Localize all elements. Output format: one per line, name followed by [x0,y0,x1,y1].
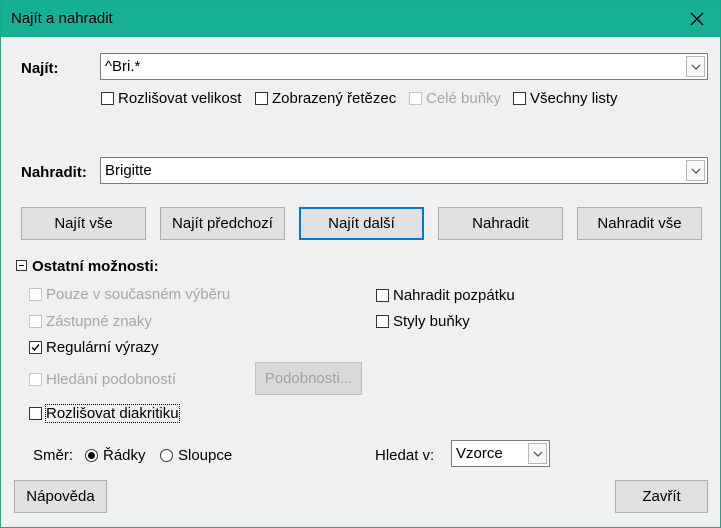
replace-all-button[interactable]: Nahradit vše [577,207,702,240]
search-in-label: Hledat v: [375,447,435,464]
replace-combobox[interactable]: Brigitte [100,157,708,184]
find-label: Najít: [21,60,59,77]
chevron-down-icon [691,64,700,70]
regular-expressions-checkbox[interactable]: Regulární výrazy [29,339,159,356]
similarities-button[interactable]: Podobnosti... [255,362,362,395]
wildcards-checkbox[interactable]: Zástupné znaky [29,313,152,330]
similarity-search-checkbox[interactable]: Hledání podobností [29,371,176,388]
backwards-checkbox[interactable]: Nahradit pozpátku [376,287,515,304]
match-case-checkbox[interactable]: Rozlišovat velikost [101,90,241,107]
collapse-icon[interactable] [16,260,27,271]
search-in-dropdown-button[interactable] [528,443,547,464]
all-sheets-checkbox[interactable]: Všechny listy [513,90,618,107]
search-in-select[interactable]: Vzorce [451,440,550,467]
replace-button[interactable]: Nahradit [438,207,563,240]
replace-dropdown-button[interactable] [686,160,705,181]
replace-input[interactable]: Brigitte [105,162,152,179]
chevron-down-icon [533,451,542,457]
direction-columns-radio[interactable]: Sloupce [160,447,232,464]
direction-rows-radio[interactable]: Řádky [85,447,146,464]
other-options-label[interactable]: Ostatní možnosti: [32,258,159,275]
find-input[interactable]: ^Bri.* [105,58,140,75]
title-bar: Najít a nahradit [1,1,720,37]
replace-label: Nahradit: [21,164,87,181]
close-button[interactable]: Zavřít [615,480,708,513]
find-dropdown-button[interactable] [686,56,705,77]
current-selection-only-checkbox[interactable]: Pouze v současném výběru [29,286,230,303]
find-next-button[interactable]: Najít další [299,207,424,240]
close-window-button[interactable] [674,1,720,37]
find-combobox[interactable]: ^Bri.* [100,53,708,80]
help-button[interactable]: Nápověda [14,480,107,513]
chevron-down-icon [691,168,700,174]
direction-label: Směr: [33,447,74,464]
window-title: Najít a nahradit [11,10,113,27]
displayed-string-checkbox[interactable]: Zobrazený řetězec [255,90,396,107]
cell-styles-checkbox[interactable]: Styly buňky [376,313,470,330]
close-icon [690,12,704,26]
whole-cells-checkbox[interactable]: Celé buňky [409,90,501,107]
find-previous-button[interactable]: Najít předchozí [160,207,285,240]
checkmark-icon [31,344,40,352]
diacritics-checkbox[interactable]: Rozlišovat diakritiku [29,404,180,423]
find-all-button[interactable]: Najít vše [21,207,146,240]
find-replace-dialog: Najít a nahradit Najít: ^Bri.* Rozlišova… [0,0,721,528]
